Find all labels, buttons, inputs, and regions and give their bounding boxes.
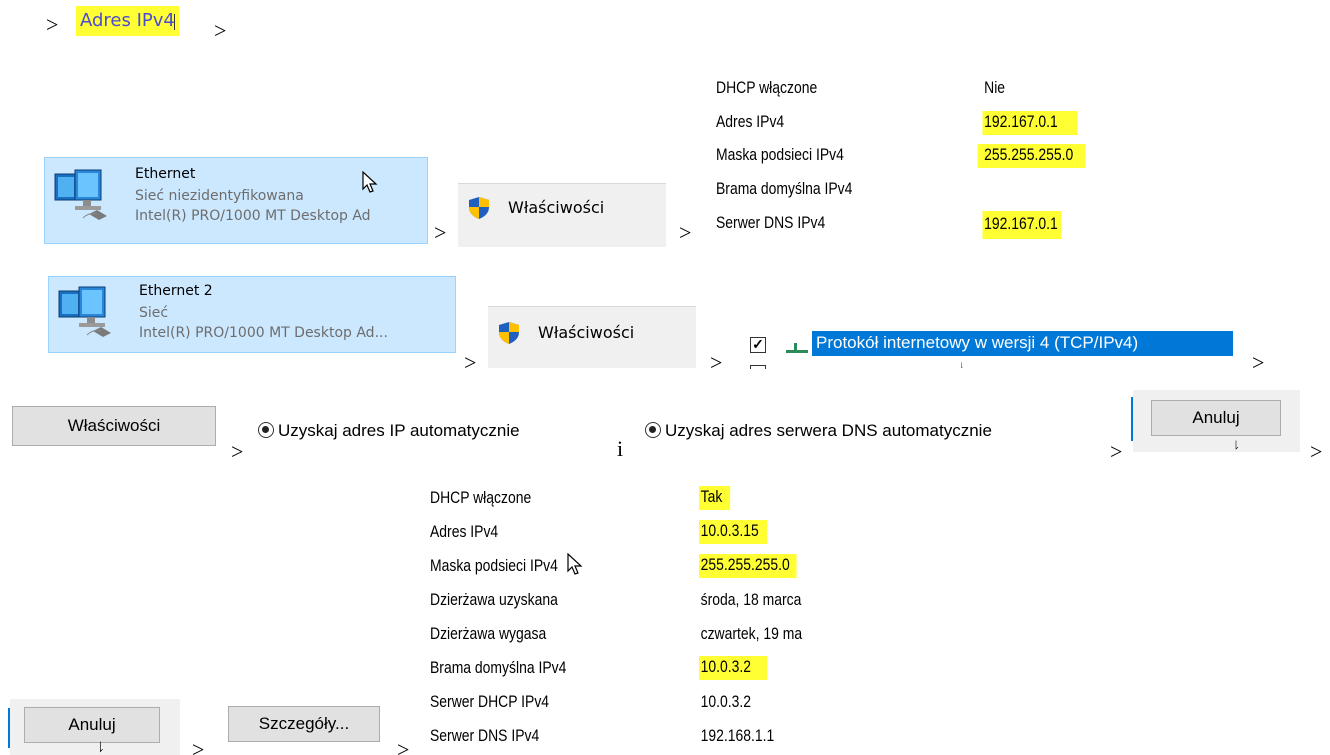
adapter-hardware: Intel(R) PRO/1000 MT Desktop Ad (135, 208, 371, 224)
obtain-dns-automatically-radio[interactable]: Uzyskaj adres serwera DNS automatycznie (645, 421, 992, 441)
arrow: > (231, 439, 244, 464)
adapter-ethernet-2[interactable]: Ethernet 2 Sieć Intel(R) PRO/1000 MT Des… (48, 276, 456, 353)
arrow: > (464, 350, 477, 375)
uac-shield-icon (469, 197, 489, 219)
detail-value: 192.167.0.1 (982, 111, 1078, 135)
adapter-name: Ethernet 2 (139, 283, 213, 299)
arrow: > (1310, 439, 1323, 464)
detail-key: Serwer DNS IPv4 (716, 213, 826, 232)
detail-value: 10.0.3.15 (698, 520, 767, 544)
detail-row: Dzierżawa wygasa czwartek, 19 ma (430, 624, 856, 648)
adapter-name: Ethernet (135, 166, 196, 182)
detail-value: 255.255.255.0 (977, 144, 1085, 168)
adapter-status: Sieć niezidentyfikowana (135, 188, 304, 204)
arrow: > (192, 737, 205, 755)
connection-details-1: DHCP włączone Nie Adres IPv4 192.167.0.1… (716, 78, 1085, 248)
arrow: > (1252, 350, 1265, 375)
cancel-button[interactable]: Anuluj (24, 707, 160, 743)
radio-label: Uzyskaj adres serwera DNS automatycznie (665, 421, 992, 440)
detail-key: Brama domyślna IPv4 (430, 658, 567, 677)
detail-key: Serwer DHCP IPv4 (430, 692, 550, 711)
ipv4-protocol-item[interactable]: Protokół internetowy w wersji 4 (TCP/IPv… (812, 331, 1233, 356)
network-adapter-icon (54, 169, 107, 220)
properties-menu-item[interactable]: Właściwości (488, 306, 696, 368)
detail-key: Maska podsieci IPv4 (430, 556, 558, 575)
arrow: > (679, 220, 692, 245)
detail-value (983, 179, 988, 183)
properties-menu-item[interactable]: Właściwości (458, 183, 666, 247)
detail-value: Tak (698, 486, 731, 510)
mouse-cursor-icon (1235, 440, 1239, 450)
uac-shield-icon (499, 322, 519, 344)
properties-label: Właściwości (508, 198, 605, 217)
detail-key: DHCP włączone (430, 488, 532, 507)
mouse-cursor-icon (961, 362, 963, 369)
properties-button[interactable]: Właściwości (12, 406, 216, 446)
arrow: > (1110, 439, 1123, 464)
detail-key: DHCP włączone (716, 78, 818, 97)
conjunction: i (617, 436, 624, 461)
arrow: > (434, 220, 447, 245)
mouse-cursor-icon (362, 171, 378, 193)
detail-key: Adres IPv4 (430, 522, 499, 541)
detail-key: Dzierżawa wygasa (430, 624, 547, 643)
detail-value: 192.167.0.1 (982, 211, 1062, 239)
network-protocol-icon (786, 343, 808, 353)
detail-value: 10.0.3.2 (700, 692, 751, 711)
mouse-cursor-icon (99, 741, 103, 753)
text-caret (173, 14, 175, 30)
radio-selected-icon (258, 422, 274, 438)
radio-label: Uzyskaj adres IP automatycznie (278, 421, 520, 440)
detail-value: środa, 18 marca (700, 590, 802, 609)
detail-value: 10.0.3.2 (698, 656, 768, 680)
detail-key: Dzierżawa uzyskana (430, 590, 558, 609)
detail-value: czwartek, 19 ma (700, 624, 803, 643)
connection-details-2: DHCP włączone Tak Adres IPv4 10.0.3.15 M… (430, 486, 856, 750)
radio-selected-icon (645, 422, 661, 438)
detail-key: Brama domyślna IPv4 (716, 179, 853, 198)
cancel-button[interactable]: Anuluj (1151, 400, 1281, 436)
detail-row: Dzierżawa uzyskana środa, 18 marca (430, 590, 856, 614)
detail-key: Serwer DNS IPv4 (430, 726, 540, 745)
detail-key: Maska podsieci IPv4 (716, 145, 844, 164)
arrow: > (214, 18, 227, 43)
ipv4-address-label: Adres IPv4 (76, 6, 179, 36)
details-button[interactable]: Szczegóły... (228, 706, 380, 742)
obtain-ip-automatically-radio[interactable]: Uzyskaj adres IP automatycznie (258, 421, 520, 441)
detail-value: 192.168.1.1 (700, 726, 775, 745)
detail-value: Nie (984, 78, 1006, 97)
adapter-hardware: Intel(R) PRO/1000 MT Desktop Ad... (139, 325, 388, 341)
protocol-checkbox[interactable]: ✓ (750, 337, 766, 353)
properties-label: Właściwości (538, 323, 635, 342)
detail-key: Adres IPv4 (716, 112, 785, 131)
detail-value: 255.255.255.0 (698, 554, 797, 578)
arrow: > (46, 12, 59, 37)
network-adapter-icon (58, 286, 111, 337)
protocol-checkbox-next[interactable] (750, 365, 766, 369)
mouse-cursor-icon (567, 553, 583, 575)
arrow: > (710, 350, 723, 375)
arrow: > (397, 737, 410, 755)
adapter-status: Sieć (139, 305, 169, 321)
